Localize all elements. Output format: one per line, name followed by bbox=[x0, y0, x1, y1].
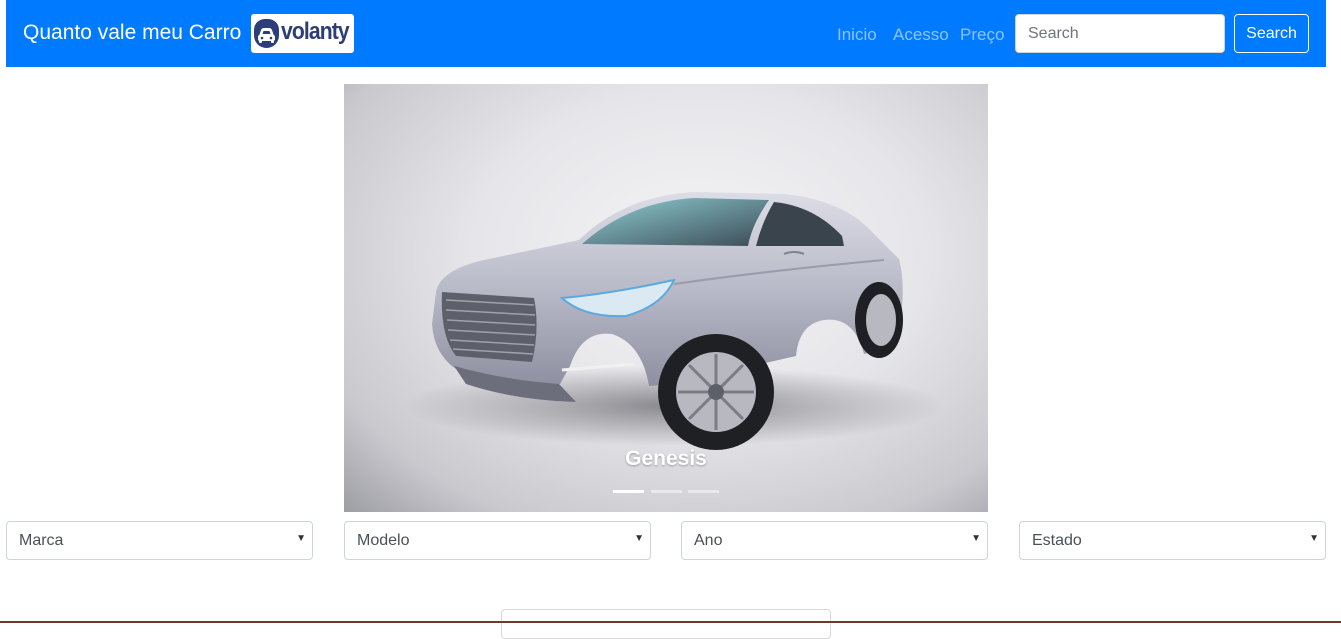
search-button[interactable]: Search bbox=[1234, 14, 1309, 53]
ano-select-value: Ano bbox=[694, 532, 723, 549]
carousel-indicator-3[interactable] bbox=[688, 490, 719, 493]
estado-select[interactable]: Estado ▼ bbox=[1019, 521, 1326, 560]
result-box bbox=[501, 609, 831, 639]
modelo-select[interactable]: Modelo ▼ bbox=[344, 521, 651, 560]
carousel-indicator-2[interactable] bbox=[651, 490, 682, 493]
estado-select-value: Estado bbox=[1032, 532, 1082, 549]
carousel-caption: Genesis bbox=[625, 447, 707, 470]
modelo-select-value: Modelo bbox=[357, 532, 410, 549]
dropdown-arrow-icon: ▼ bbox=[971, 533, 981, 544]
volanty-logo[interactable]: volanty bbox=[251, 14, 354, 53]
nav-link-preco[interactable]: Preço bbox=[960, 25, 1004, 45]
car-icon bbox=[254, 19, 279, 48]
car-carousel[interactable]: Genesis bbox=[344, 84, 988, 512]
nav-link-acesso[interactable]: Acesso bbox=[893, 25, 949, 45]
dropdown-arrow-icon: ▼ bbox=[296, 533, 306, 544]
marca-select[interactable]: Marca ▼ bbox=[6, 521, 313, 560]
top-navbar: Quanto vale meu Carro volanty Inicio Ace… bbox=[6, 0, 1326, 67]
ano-select[interactable]: Ano ▼ bbox=[681, 521, 988, 560]
search-input[interactable] bbox=[1015, 14, 1225, 53]
nav-link-inicio[interactable]: Inicio bbox=[837, 25, 877, 45]
marca-select-value: Marca bbox=[19, 532, 64, 549]
site-title[interactable]: Quanto vale meu Carro bbox=[23, 21, 241, 45]
carousel-indicator-1[interactable] bbox=[613, 490, 644, 493]
dropdown-arrow-icon: ▼ bbox=[1309, 533, 1319, 544]
dropdown-arrow-icon: ▼ bbox=[634, 533, 644, 544]
logo-text: volanty bbox=[281, 18, 350, 45]
